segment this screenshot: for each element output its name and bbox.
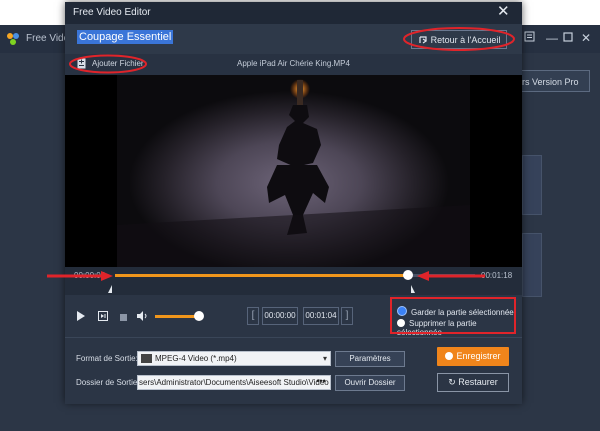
volume-icon[interactable] (137, 311, 149, 323)
format-label: Format de Sortie: (76, 354, 138, 363)
main-close-icon[interactable]: ✕ (581, 31, 591, 45)
folder-label: Dossier de Sortie: (76, 378, 140, 387)
menu-icon[interactable] (524, 31, 535, 45)
timeline-end-time: 00:01:18 (481, 271, 513, 280)
restore-icon: ↻ (448, 377, 459, 387)
pro-version-button[interactable]: rs Version Pro (518, 70, 590, 92)
set-start-button[interactable]: [ (247, 307, 259, 325)
section-title: Coupage Essentiel (77, 30, 174, 44)
volume-knob[interactable] (194, 311, 204, 321)
format-icon (141, 354, 152, 363)
play-icon[interactable] (77, 311, 85, 323)
trim-end-marker[interactable] (407, 285, 415, 293)
video-frame (117, 75, 470, 267)
frame-step-icon[interactable] (98, 311, 108, 323)
annotation-ellipse (403, 27, 515, 51)
background-panel (522, 155, 542, 215)
annotation-arrow (417, 271, 485, 281)
dialog-content: Free Video Editor ✕ Coupage Essentiel Re… (47, 2, 522, 404)
trim-end-handle[interactable] (403, 270, 413, 280)
open-folder-button[interactable]: Ouvrir Dossier (335, 375, 405, 391)
video-preview[interactable] (65, 75, 522, 267)
maximize-icon[interactable] (563, 31, 573, 45)
browse-icon[interactable]: ••• (312, 376, 330, 389)
trim-start-marker[interactable] (108, 285, 116, 293)
parameters-button[interactable]: Paramètres (335, 351, 405, 367)
stop-icon[interactable] (120, 313, 127, 323)
close-icon[interactable]: ✕ (497, 3, 510, 21)
timeline-selection (115, 274, 408, 277)
annotation-arrow (47, 271, 113, 281)
app-logo-icon (6, 32, 20, 46)
minimize-icon[interactable]: — (546, 31, 558, 45)
file-name: Apple iPad Air Chérie King.MP4 (237, 59, 350, 68)
restore-label: Restaurer (458, 377, 498, 387)
video-scene (117, 79, 470, 267)
format-select[interactable]: MPEG-4 Video (*.mp4) ▾ (137, 351, 331, 366)
annotation-box (390, 297, 516, 334)
set-end-button[interactable]: ] (341, 307, 353, 325)
restore-button[interactable]: ↻ Restaurer (437, 373, 509, 392)
check-icon (445, 352, 454, 360)
start-time-field[interactable]: 00:00:00 (262, 307, 298, 325)
end-time-field[interactable]: 00:01:04 (303, 307, 339, 325)
output-folder-field[interactable]: sers\Administrator\Documents\Aiseesoft S… (137, 375, 331, 390)
volume-slider[interactable] (155, 315, 199, 318)
save-button[interactable]: Enregistrer (437, 347, 509, 366)
dialog-title: Free Video Editor (73, 7, 151, 18)
chevron-down-icon: ▾ (322, 354, 327, 363)
background-panel (522, 233, 542, 297)
save-label: Enregistrer (456, 351, 501, 361)
format-value: MPEG-4 Video (*.mp4) (155, 354, 237, 363)
